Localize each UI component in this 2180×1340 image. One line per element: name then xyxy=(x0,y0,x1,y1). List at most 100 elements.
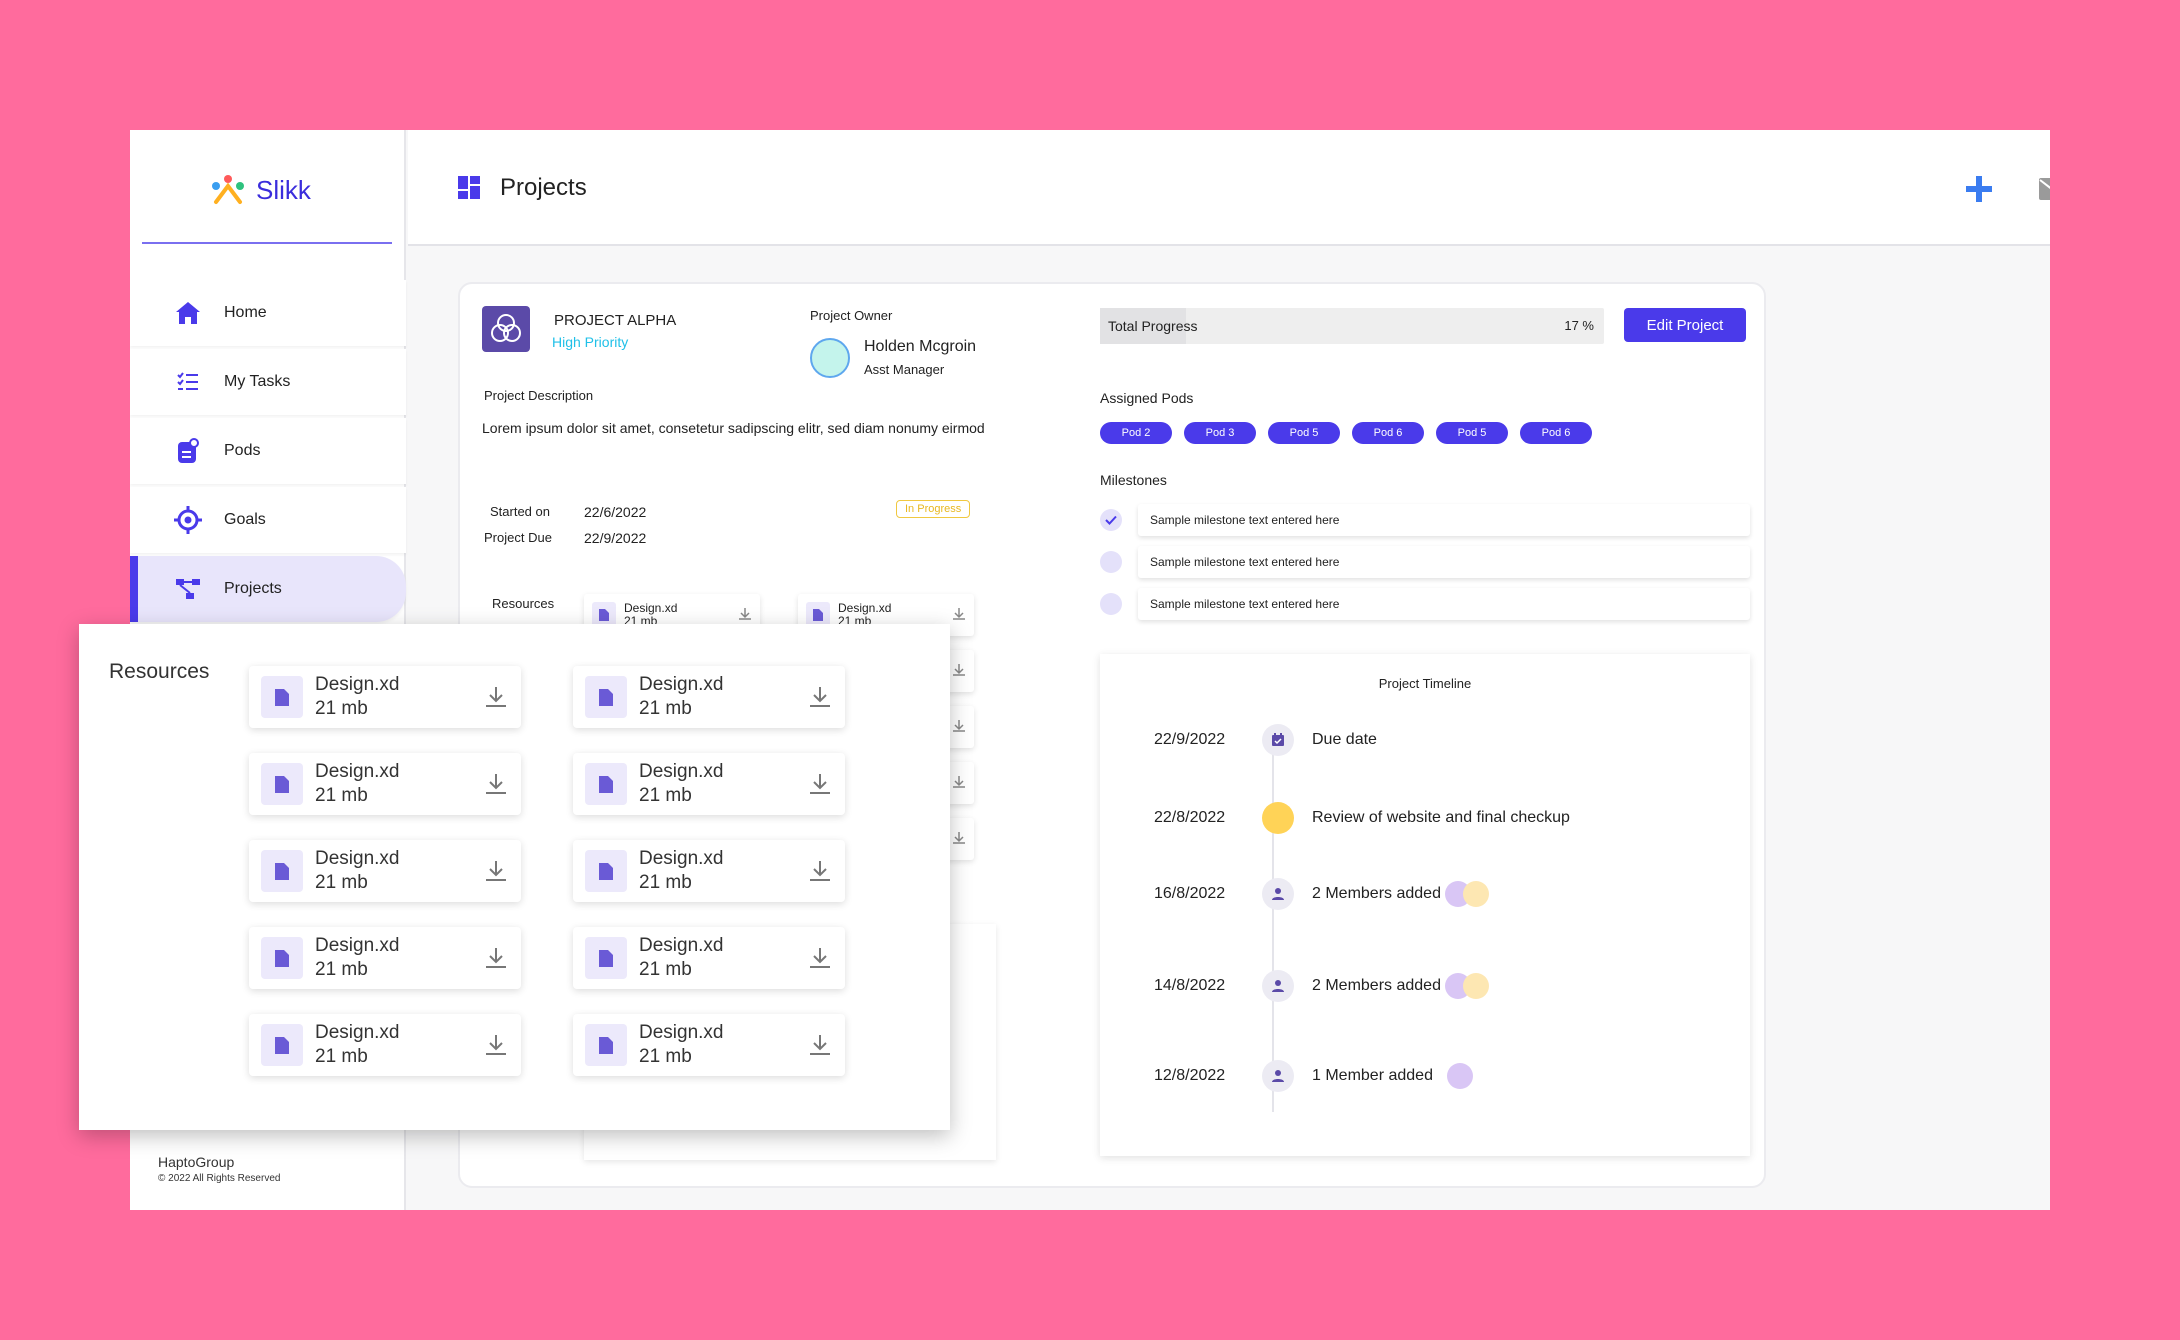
logo[interactable]: Slikk xyxy=(210,174,311,206)
download-icon[interactable] xyxy=(807,858,833,884)
file-size: 21 mb xyxy=(315,785,368,806)
resource-item[interactable]: Design.xd 21 mb xyxy=(249,666,521,728)
resource-item[interactable]: Design.xd 21 mb xyxy=(249,1014,521,1076)
resource-item[interactable]: Design.xd 21 mb xyxy=(573,1014,845,1076)
file-icon xyxy=(261,937,303,979)
status-badge: In Progress xyxy=(896,500,971,518)
resource-item[interactable]: Design.xd 21 mb xyxy=(249,840,521,902)
file-icon xyxy=(261,850,303,892)
pod-chip[interactable]: Pod 2 xyxy=(1100,422,1172,444)
milestone-text[interactable]: Sample milestone text entered here xyxy=(1138,546,1750,578)
timeline-date: 16/8/2022 xyxy=(1154,885,1226,902)
pod-chip[interactable]: Pod 3 xyxy=(1184,422,1256,444)
download-icon[interactable] xyxy=(952,663,966,680)
resource-item[interactable]: Design.xd 21 mb xyxy=(249,753,521,815)
edit-project-button[interactable]: Edit Project xyxy=(1624,308,1746,342)
milestone-checkbox[interactable] xyxy=(1100,593,1122,615)
mail-icon xyxy=(2039,178,2050,200)
file-icon xyxy=(261,763,303,805)
member-avatar[interactable] xyxy=(1462,973,1489,999)
file-size: 21 mb xyxy=(315,1046,368,1067)
progress-value: 17 % xyxy=(1564,318,1594,333)
page-title: Projects xyxy=(458,174,587,202)
yellow-dot-icon xyxy=(1262,802,1294,834)
download-icon[interactable] xyxy=(952,831,966,848)
resources-label: Resources xyxy=(492,596,555,611)
file-size: 21 mb xyxy=(315,872,368,893)
pod-chip[interactable]: Pod 6 xyxy=(1520,422,1592,444)
resource-item[interactable]: Design.xd 21 mb xyxy=(573,927,845,989)
pod-chip[interactable]: Pod 6 xyxy=(1352,422,1424,444)
timeline-date: 14/8/2022 xyxy=(1154,977,1226,994)
file-size: 21 mb xyxy=(639,959,692,980)
copyright-icon: © xyxy=(158,1173,166,1184)
download-icon[interactable] xyxy=(483,1032,509,1058)
top-actions: 40 12 xyxy=(1962,172,2050,206)
resource-item[interactable]: Design.xd 21 mb xyxy=(573,753,845,815)
download-icon[interactable] xyxy=(807,945,833,971)
description-text: Lorem ipsum dolor sit amet, consetetur s… xyxy=(482,420,985,436)
file-name: Design.xd xyxy=(639,935,724,956)
file-size: 21 mb xyxy=(315,959,368,980)
file-icon xyxy=(585,850,627,892)
tasks-icon xyxy=(174,368,202,396)
project-timeline: Project Timeline 22/9/2022 Due date 22/8… xyxy=(1100,654,1750,1156)
resources-overlay: Resources Design.xd 21 mb Design.xd 21 mb … xyxy=(79,624,950,1130)
milestone-item: Sample milestone text entered here xyxy=(1100,546,1750,578)
sidebar-item-label: Goals xyxy=(224,511,266,528)
milestone-checkbox[interactable] xyxy=(1100,551,1122,573)
calendar-check-icon xyxy=(1262,724,1294,756)
download-icon[interactable] xyxy=(952,775,966,792)
copyright-text: 2022 All Rights Reserved xyxy=(168,1173,281,1184)
pod-chip[interactable]: Pod 5 xyxy=(1268,422,1340,444)
pod-chip[interactable]: Pod 5 xyxy=(1436,422,1508,444)
download-icon[interactable] xyxy=(483,858,509,884)
download-icon[interactable] xyxy=(738,607,752,624)
plus-icon xyxy=(1966,176,1992,202)
file-name: Design.xd xyxy=(838,601,892,615)
milestone-text[interactable]: Sample milestone text entered here xyxy=(1138,588,1750,620)
timeline-date: 12/8/2022 xyxy=(1154,1067,1226,1084)
member-avatar[interactable] xyxy=(1446,1063,1473,1089)
resources-title: Resources xyxy=(109,660,210,683)
person-icon xyxy=(1262,1060,1294,1092)
member-avatar[interactable] xyxy=(1462,881,1489,907)
resource-item[interactable]: Design.xd 21 mb xyxy=(249,927,521,989)
assigned-pods-label: Assigned Pods xyxy=(1100,390,1194,406)
file-name: Design.xd xyxy=(315,674,400,695)
sidebar-item-goals[interactable]: Goals xyxy=(130,487,406,553)
sidebar-item-label: Pods xyxy=(224,442,261,459)
download-icon[interactable] xyxy=(483,771,509,797)
resource-item[interactable]: Design.xd 21 mb xyxy=(573,840,845,902)
download-icon[interactable] xyxy=(952,719,966,736)
sidebar-item-home[interactable]: Home xyxy=(130,280,406,346)
download-icon[interactable] xyxy=(483,684,509,710)
pods-list: Pod 2 Pod 3 Pod 5 Pod 6 Pod 5 Pod 6 xyxy=(1100,422,1592,444)
top-bar: Projects 40 12 xyxy=(408,130,2050,246)
add-button[interactable] xyxy=(1962,172,1996,206)
sidebar-item-label: Home xyxy=(224,304,267,321)
download-icon[interactable] xyxy=(807,771,833,797)
person-icon xyxy=(1262,878,1294,910)
milestone-item: Sample milestone text entered here xyxy=(1100,588,1750,620)
file-size: 21 mb xyxy=(315,698,368,719)
resource-item[interactable]: Design.xd 21 mb xyxy=(573,666,845,728)
milestone-checkbox[interactable] xyxy=(1100,509,1122,531)
file-icon xyxy=(585,1024,627,1066)
page-title-text: Projects xyxy=(500,174,587,201)
download-icon[interactable] xyxy=(807,1032,833,1058)
download-icon[interactable] xyxy=(807,684,833,710)
file-name: Design.xd xyxy=(639,761,724,782)
milestone-text[interactable]: Sample milestone text entered here xyxy=(1138,504,1750,536)
download-icon[interactable] xyxy=(483,945,509,971)
venn-icon xyxy=(491,314,521,342)
mail-button[interactable]: 40 xyxy=(2036,172,2050,206)
sidebar-item-my-tasks[interactable]: My Tasks xyxy=(130,349,406,415)
owner-avatar[interactable] xyxy=(810,338,850,378)
sidebar-item-projects[interactable]: Projects xyxy=(130,556,406,622)
progress-label: Total Progress xyxy=(1108,318,1198,334)
sidebar-item-pods[interactable]: Pods xyxy=(130,418,406,484)
download-icon[interactable] xyxy=(952,607,966,624)
timeline-event: 16/8/2022 2 Members added xyxy=(1154,878,1489,910)
person-icon xyxy=(1262,970,1294,1002)
